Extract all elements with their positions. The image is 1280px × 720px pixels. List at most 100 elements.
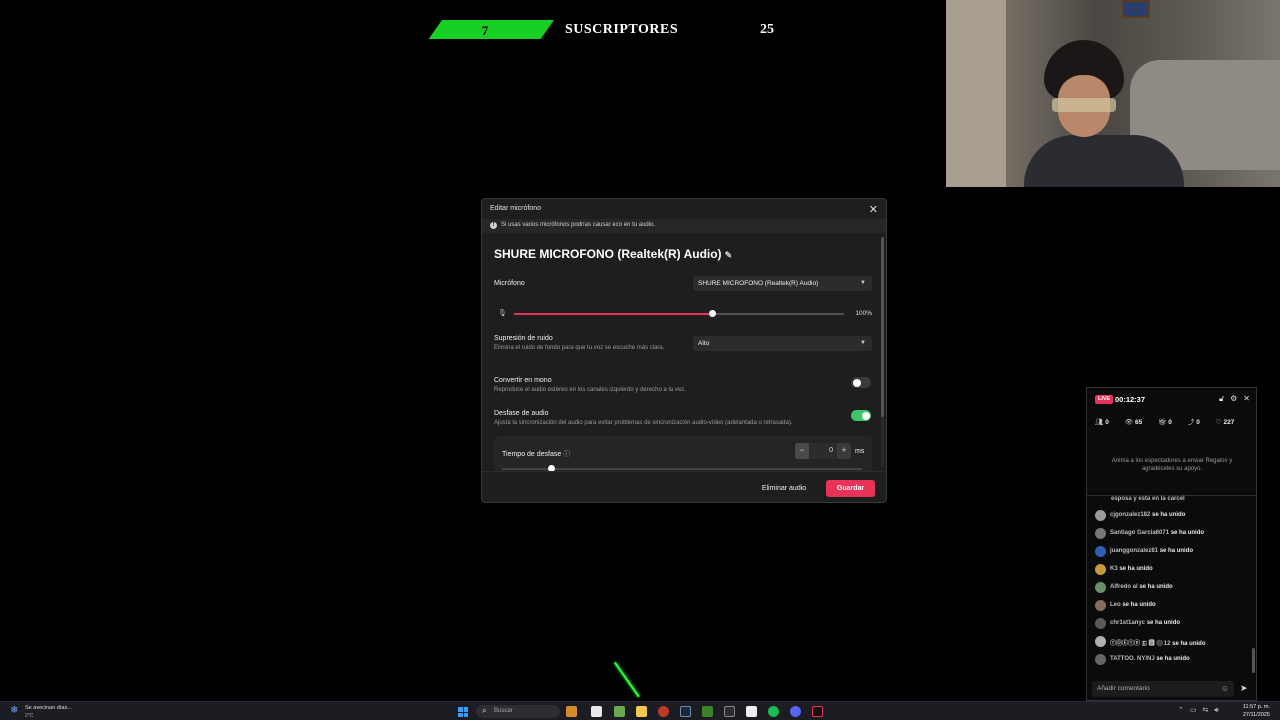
emoji-icon[interactable]: ☺ [1221, 684, 1229, 693]
close-icon[interactable]: ✕ [869, 203, 878, 216]
volume-slider[interactable] [514, 310, 844, 317]
tiktok-icon[interactable] [812, 706, 823, 717]
taskbar-time[interactable]: 11:57 p. m. [1243, 704, 1270, 710]
offset-stepper[interactable]: − 0 + [795, 443, 851, 459]
folder-icon[interactable] [636, 706, 647, 717]
joined-label: se ha unido [1122, 602, 1156, 608]
joined-label: se ha unido [1139, 584, 1173, 590]
offset-slider[interactable] [502, 465, 862, 472]
edit-pencil-icon[interactable]: ✎ [725, 250, 733, 260]
audio-delay-toggle[interactable] [851, 410, 871, 421]
windows-start-icon[interactable] [458, 707, 468, 717]
app-icon-8[interactable] [724, 706, 735, 717]
dialog-scrollbar[interactable] [881, 237, 884, 467]
chat-username[interactable]: Santiago Garcia6071 [1110, 530, 1169, 536]
avatar[interactable] [1095, 528, 1106, 539]
chat-username[interactable]: TATTOO. NY/NJ [1110, 656, 1155, 662]
offset-time-label: Tiempo de desfase ⓘ [502, 451, 571, 458]
chat-row: K3 se ha unido [1095, 563, 1247, 581]
avatar[interactable] [1095, 618, 1106, 629]
chat-row: Leo se ha unido [1095, 599, 1247, 617]
avatar[interactable] [1095, 546, 1106, 557]
chat-scrollbar[interactable] [1252, 648, 1255, 673]
info-circle-icon[interactable]: ⓘ [563, 451, 570, 458]
laser-line [614, 661, 640, 698]
avatar[interactable] [1095, 654, 1106, 665]
eye-icon: 👁︎ [1124, 419, 1133, 426]
app-icon-2[interactable] [591, 706, 602, 717]
volume-percent: 100% [855, 310, 872, 317]
chat-username[interactable]: ⓉⓄⒺⓉⓟ 🇪 🅱 ⚫12 [1110, 641, 1170, 647]
system-tray[interactable]: ⌃▭⇆🔊︎ [1178, 706, 1225, 715]
avatar[interactable] [1095, 636, 1106, 647]
audio-delay-label: Desfase de audio [494, 410, 549, 417]
chevron-down-icon: ▼ [860, 340, 866, 346]
chat-join-text: juanggonzalez81 se ha unido [1110, 548, 1193, 554]
chat-username[interactable]: chr1st1anyc [1110, 620, 1145, 626]
noise-suppression-select[interactable]: Alto ▼ [693, 336, 872, 351]
joined-label: se ha unido [1146, 620, 1181, 626]
chevron-down-icon: ▼ [860, 280, 866, 286]
chat-username[interactable]: cjgonzalez182 [1110, 512, 1150, 518]
subscriber-current-count: 7 [481, 23, 489, 38]
chat-message-partial: esposa y esta en la carcel [1111, 496, 1185, 502]
audio-delay-description: Ajusta la sincronización del audio para … [494, 420, 793, 426]
app-icon-9[interactable] [746, 706, 757, 717]
steam-icon[interactable] [680, 706, 691, 717]
noise-suppression-description: Elimina el ruido de fondo para que tu vo… [494, 345, 665, 351]
echo-warning-banner: ! Si usas varios micrófonos podrías caus… [482, 219, 886, 233]
chat-join-text: Leo se ha unido [1110, 602, 1156, 608]
lock-icon[interactable]: 🔓︎ [1219, 394, 1224, 403]
chat-row: ⓉⓄⒺⓉⓟ 🇪 🅱 ⚫12 se ha unido [1095, 635, 1247, 653]
delete-audio-button[interactable]: Eliminar audio [754, 480, 814, 497]
gift-prompt: Anima a los espectadores a enviar Regalo… [1111, 458, 1233, 472]
taskbar: ❄ Se avecinan días... 2°C ⌕ Buscar ⌃▭⇆🔊︎ … [0, 701, 1280, 720]
discord-icon[interactable] [790, 706, 801, 717]
weather-text[interactable]: Se avecinan días... [25, 705, 72, 711]
share-icon: ⤴ [1187, 419, 1195, 426]
gear-icon[interactable]: ⚙ [1230, 394, 1237, 403]
avatar[interactable] [1095, 600, 1106, 611]
volume-slider-handle[interactable] [708, 310, 716, 317]
spotify-icon[interactable] [768, 706, 779, 717]
chat-join-text: Santiago Garcia6071 se ha unido [1110, 530, 1204, 536]
chat-username[interactable]: Leo [1110, 602, 1121, 608]
opera-icon[interactable] [658, 706, 669, 717]
weather-icon[interactable]: ❄ [10, 705, 18, 716]
avatar[interactable] [1095, 582, 1106, 593]
chat-username[interactable]: juanggonzalez81 [1110, 548, 1158, 554]
taskbar-date[interactable]: 27/11/2025 [1243, 712, 1270, 718]
live-panel-controls: 🔓︎ ⚙ ✕ [1213, 394, 1250, 404]
close-icon[interactable]: ✕ [1243, 394, 1250, 403]
avatar[interactable] [1095, 510, 1106, 521]
chat-row: juanggonzalez81 se ha unido [1095, 545, 1247, 563]
minecraft-icon[interactable] [702, 706, 713, 717]
subscriber-goal-count: 25 [760, 22, 774, 37]
avatar[interactable] [1095, 564, 1106, 575]
taskbar-search[interactable]: ⌕ Buscar [476, 705, 560, 718]
increment-button[interactable]: + [837, 443, 851, 459]
gift-icon: 🎁︎ [1158, 419, 1167, 426]
subscriber-goal-bar: 7 SUSCRIPTORES 25 [428, 20, 790, 42]
mono-toggle[interactable] [851, 377, 871, 388]
subscriber-label: SUSCRIPTORES [565, 22, 679, 37]
dialog-title: Editar micrófono [490, 205, 541, 212]
comment-input[interactable]: Añadir comentario ☺ [1092, 681, 1234, 697]
microphone-select[interactable]: SHURE MICROFONO (Realtek(R) Audio) ▼ [693, 276, 872, 291]
app-icon-1[interactable] [566, 706, 577, 717]
weather-temp: 2°C [25, 713, 34, 719]
decrement-button[interactable]: − [795, 443, 809, 459]
send-icon[interactable]: ➤ [1240, 683, 1248, 694]
chat-username[interactable]: K3 [1110, 566, 1118, 572]
chat-username[interactable]: Alfredo al [1110, 584, 1138, 590]
webcam-feed [946, 0, 1280, 187]
offset-value-input[interactable]: 0 [809, 443, 837, 459]
app-icon-3[interactable] [614, 706, 625, 717]
joined-label: se ha unido [1159, 548, 1194, 554]
save-button[interactable]: Guardar [826, 480, 875, 497]
microphone-name-heading: SHURE MICROFONO (Realtek(R) Audio) ✎ [494, 247, 733, 261]
chat-join-text: Alfredo al se ha unido [1110, 584, 1173, 590]
microphone-label: Micrófono [494, 280, 525, 287]
echo-warning-text: Si usas varios micrófonos podrías causar… [501, 222, 656, 228]
search-icon: ⌕ [482, 706, 487, 715]
